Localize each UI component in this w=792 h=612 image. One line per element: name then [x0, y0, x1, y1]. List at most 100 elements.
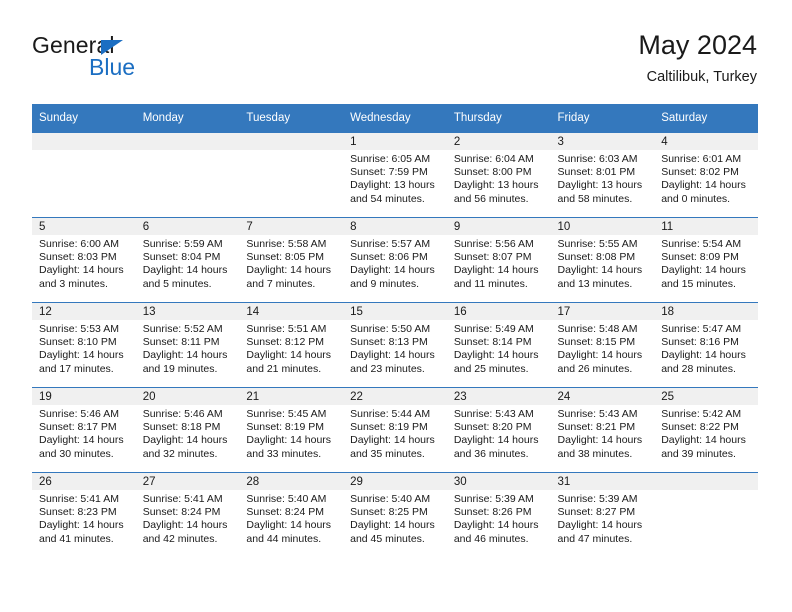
title-block: May 2024 Caltilibuk, Turkey [638, 28, 757, 88]
day-number: 28 [239, 473, 344, 490]
calendar-day-cell[interactable]: 27 Sunrise: 5:41 AM Sunset: 8:24 PM Dayligh… [135, 472, 240, 557]
calendar-day-cell[interactable]: 11 Sunrise: 5:54 AM Sunset: 8:09 PM Dayligh… [654, 217, 758, 303]
brand-logo[interactable]: General Blue [32, 32, 332, 90]
day-number [654, 473, 758, 490]
day-number: 29 [343, 473, 447, 490]
weekday-header-saturday: Saturday [654, 104, 758, 133]
calendar-day-cell-empty [32, 132, 136, 218]
sunset-text: Sunset: 8:11 PM [142, 336, 220, 349]
day-details: Sunrise: 5:48 AM Sunset: 8:15 PM Daylight:… [551, 320, 655, 376]
calendar-day-cell[interactable]: 5 Sunrise: 6:00 AM Sunset: 8:03 PM Daylight… [32, 217, 136, 303]
day-details: Sunrise: 6:00 AM Sunset: 8:03 PM Daylight:… [32, 235, 136, 291]
day-cell-inner: 9 Sunrise: 5:56 AM Sunset: 8:07 PM Daylight… [446, 218, 551, 302]
day-details: Sunrise: 5:41 AM Sunset: 8:23 PM Daylight:… [32, 490, 136, 546]
calendar-day-cell[interactable]: 17 Sunrise: 5:48 AM Sunset: 8:15 PM Dayligh… [550, 302, 655, 388]
calendar-day-cell[interactable]: 3 Sunrise: 6:03 AM Sunset: 8:01 PM Daylight… [550, 132, 655, 218]
sunrise-text: Sunrise: 5:54 AM [661, 238, 742, 250]
calendar-day-cell[interactable]: 22 Sunrise: 5:44 AM Sunset: 8:19 PM Dayligh… [343, 387, 447, 473]
day-number: 15 [343, 303, 447, 320]
calendar-day-cell[interactable]: 10 Sunrise: 5:55 AM Sunset: 8:08 PM Dayligh… [550, 217, 655, 303]
day-details: Sunrise: 6:01 AM Sunset: 8:02 PM Daylight:… [654, 150, 758, 206]
calendar-day-cell[interactable]: 26 Sunrise: 5:41 AM Sunset: 8:23 PM Dayligh… [32, 472, 136, 557]
sunset-text: Sunset: 8:23 PM [39, 506, 117, 519]
day-cell-inner: 7 Sunrise: 5:58 AM Sunset: 8:05 PM Daylight… [239, 218, 344, 302]
calendar-day-cell[interactable]: 7 Sunrise: 5:58 AM Sunset: 8:05 PM Daylight… [239, 217, 344, 303]
calendar-day-cell[interactable]: 1 Sunrise: 6:05 AM Sunset: 7:59 PM Daylight… [343, 132, 447, 218]
sunset-text: Sunset: 8:12 PM [246, 336, 325, 349]
day-number: 10 [550, 218, 655, 235]
calendar-day-cell[interactable]: 4 Sunrise: 6:01 AM Sunset: 8:02 PM Daylight… [654, 132, 758, 218]
day-number: 2 [446, 133, 551, 150]
calendar-day-cell-empty [135, 132, 240, 218]
day-details: Sunrise: 5:52 AM Sunset: 8:11 PM Daylight:… [136, 320, 240, 376]
daylight-text: Daylight: 14 hours and 46 minutes. [453, 519, 539, 545]
calendar-day-cell[interactable]: 20 Sunrise: 5:46 AM Sunset: 8:18 PM Dayligh… [135, 387, 240, 473]
day-cell-inner: 17 Sunrise: 5:48 AM Sunset: 8:15 PM Dayligh… [550, 303, 655, 387]
page-title: May 2024 [638, 30, 757, 60]
day-details: Sunrise: 5:42 AM Sunset: 8:22 PM Daylight:… [654, 405, 758, 461]
calendar-day-cell[interactable]: 18 Sunrise: 5:47 AM Sunset: 8:16 PM Dayligh… [654, 302, 758, 388]
day-details: Sunrise: 5:47 AM Sunset: 8:16 PM Daylight:… [654, 320, 758, 376]
day-details: Sunrise: 5:59 AM Sunset: 8:04 PM Daylight:… [136, 235, 240, 291]
daylight-text: Daylight: 14 hours and 42 minutes. [142, 519, 228, 545]
day-cell-inner: 1 Sunrise: 6:05 AM Sunset: 7:59 PM Daylight… [343, 133, 447, 217]
calendar-day-cell[interactable]: 2 Sunrise: 6:04 AM Sunset: 8:00 PM Daylight… [446, 132, 551, 218]
calendar-day-cell[interactable]: 14 Sunrise: 5:51 AM Sunset: 8:12 PM Dayligh… [239, 302, 344, 388]
calendar-day-cell[interactable]: 19 Sunrise: 5:46 AM Sunset: 8:17 PM Dayligh… [32, 387, 136, 473]
calendar-week-row: 1 Sunrise: 6:05 AM Sunset: 7:59 PM Daylight… [32, 132, 758, 218]
sunrise-text: Sunrise: 5:40 AM [350, 493, 431, 505]
sunset-text: Sunset: 8:01 PM [557, 166, 636, 179]
day-cell-inner [239, 133, 344, 217]
calendar-day-cell[interactable]: 21 Sunrise: 5:45 AM Sunset: 8:19 PM Dayligh… [239, 387, 344, 473]
daylight-text: Daylight: 14 hours and 3 minutes. [39, 264, 124, 290]
sunrise-text: Sunrise: 5:45 AM [246, 408, 327, 420]
calendar-page: General Blue May 2024 Caltilibuk, Turkey… [0, 0, 792, 612]
calendar-day-cell[interactable]: 23 Sunrise: 5:43 AM Sunset: 8:20 PM Dayligh… [446, 387, 551, 473]
daylight-text: Daylight: 14 hours and 28 minutes. [661, 349, 746, 375]
sunrise-text: Sunrise: 5:49 AM [453, 323, 534, 335]
sunrise-text: Sunrise: 5:41 AM [142, 493, 223, 505]
weekday-header-friday: Friday [550, 104, 655, 133]
day-number [135, 133, 240, 150]
day-number: 6 [135, 218, 240, 235]
day-details: Sunrise: 5:40 AM Sunset: 8:24 PM Daylight:… [239, 490, 343, 546]
sunrise-text: Sunrise: 5:41 AM [39, 493, 119, 505]
calendar-day-cell[interactable]: 31 Sunrise: 5:39 AM Sunset: 8:27 PM Dayligh… [550, 472, 655, 557]
daylight-text: Daylight: 14 hours and 47 minutes. [557, 519, 643, 545]
daylight-text: Daylight: 14 hours and 5 minutes. [142, 264, 228, 290]
day-cell-inner: 26 Sunrise: 5:41 AM Sunset: 8:23 PM Dayligh… [32, 473, 136, 557]
calendar-day-cell[interactable]: 29 Sunrise: 5:40 AM Sunset: 8:25 PM Dayligh… [343, 472, 447, 557]
sunrise-text: Sunrise: 5:47 AM [661, 323, 742, 335]
daylight-text: Daylight: 14 hours and 44 minutes. [246, 519, 332, 545]
calendar-day-cell[interactable]: 15 Sunrise: 5:50 AM Sunset: 8:13 PM Dayligh… [343, 302, 447, 388]
calendar-day-cell[interactable]: 12 Sunrise: 5:53 AM Sunset: 8:10 PM Dayligh… [32, 302, 136, 388]
calendar-day-cell[interactable]: 9 Sunrise: 5:56 AM Sunset: 8:07 PM Daylight… [446, 217, 551, 303]
weekday-header-tuesday: Tuesday [239, 104, 344, 133]
calendar-day-cell[interactable]: 25 Sunrise: 5:42 AM Sunset: 8:22 PM Dayligh… [654, 387, 758, 473]
calendar-day-cell-empty [654, 472, 758, 557]
calendar-day-cell[interactable]: 30 Sunrise: 5:39 AM Sunset: 8:26 PM Dayligh… [446, 472, 551, 557]
calendar-day-cell[interactable]: 6 Sunrise: 5:59 AM Sunset: 8:04 PM Daylight… [135, 217, 240, 303]
daylight-text: Daylight: 14 hours and 15 minutes. [661, 264, 746, 290]
day-details: Sunrise: 5:56 AM Sunset: 8:07 PM Daylight:… [447, 235, 551, 291]
calendar-day-cell[interactable]: 8 Sunrise: 5:57 AM Sunset: 8:06 PM Daylight… [343, 217, 447, 303]
sunrise-text: Sunrise: 5:50 AM [350, 323, 431, 335]
page-subtitle: Caltilibuk, Turkey [646, 69, 757, 85]
calendar-day-cell[interactable]: 13 Sunrise: 5:52 AM Sunset: 8:11 PM Dayligh… [135, 302, 240, 388]
calendar-day-cell[interactable]: 24 Sunrise: 5:43 AM Sunset: 8:21 PM Dayligh… [550, 387, 655, 473]
daylight-text: Daylight: 14 hours and 41 minutes. [39, 519, 124, 545]
day-number: 9 [446, 218, 551, 235]
calendar-day-cell[interactable]: 16 Sunrise: 5:49 AM Sunset: 8:14 PM Dayligh… [446, 302, 551, 388]
sunset-text: Sunset: 8:22 PM [661, 421, 739, 434]
day-cell-inner: 14 Sunrise: 5:51 AM Sunset: 8:12 PM Dayligh… [239, 303, 344, 387]
calendar-day-cell[interactable]: 28 Sunrise: 5:40 AM Sunset: 8:24 PM Dayligh… [239, 472, 344, 557]
daylight-text: Daylight: 14 hours and 30 minutes. [39, 434, 124, 460]
day-number: 16 [446, 303, 551, 320]
day-number: 5 [32, 218, 136, 235]
day-cell-inner: 5 Sunrise: 6:00 AM Sunset: 8:03 PM Daylight… [32, 218, 136, 302]
day-cell-inner: 8 Sunrise: 5:57 AM Sunset: 8:06 PM Daylight… [343, 218, 447, 302]
day-number: 4 [654, 133, 758, 150]
daylight-text: Daylight: 14 hours and 45 minutes. [350, 519, 435, 545]
day-details: Sunrise: 5:51 AM Sunset: 8:12 PM Daylight:… [239, 320, 343, 376]
calendar-week-row: 5 Sunrise: 6:00 AM Sunset: 8:03 PM Daylight… [32, 217, 758, 303]
